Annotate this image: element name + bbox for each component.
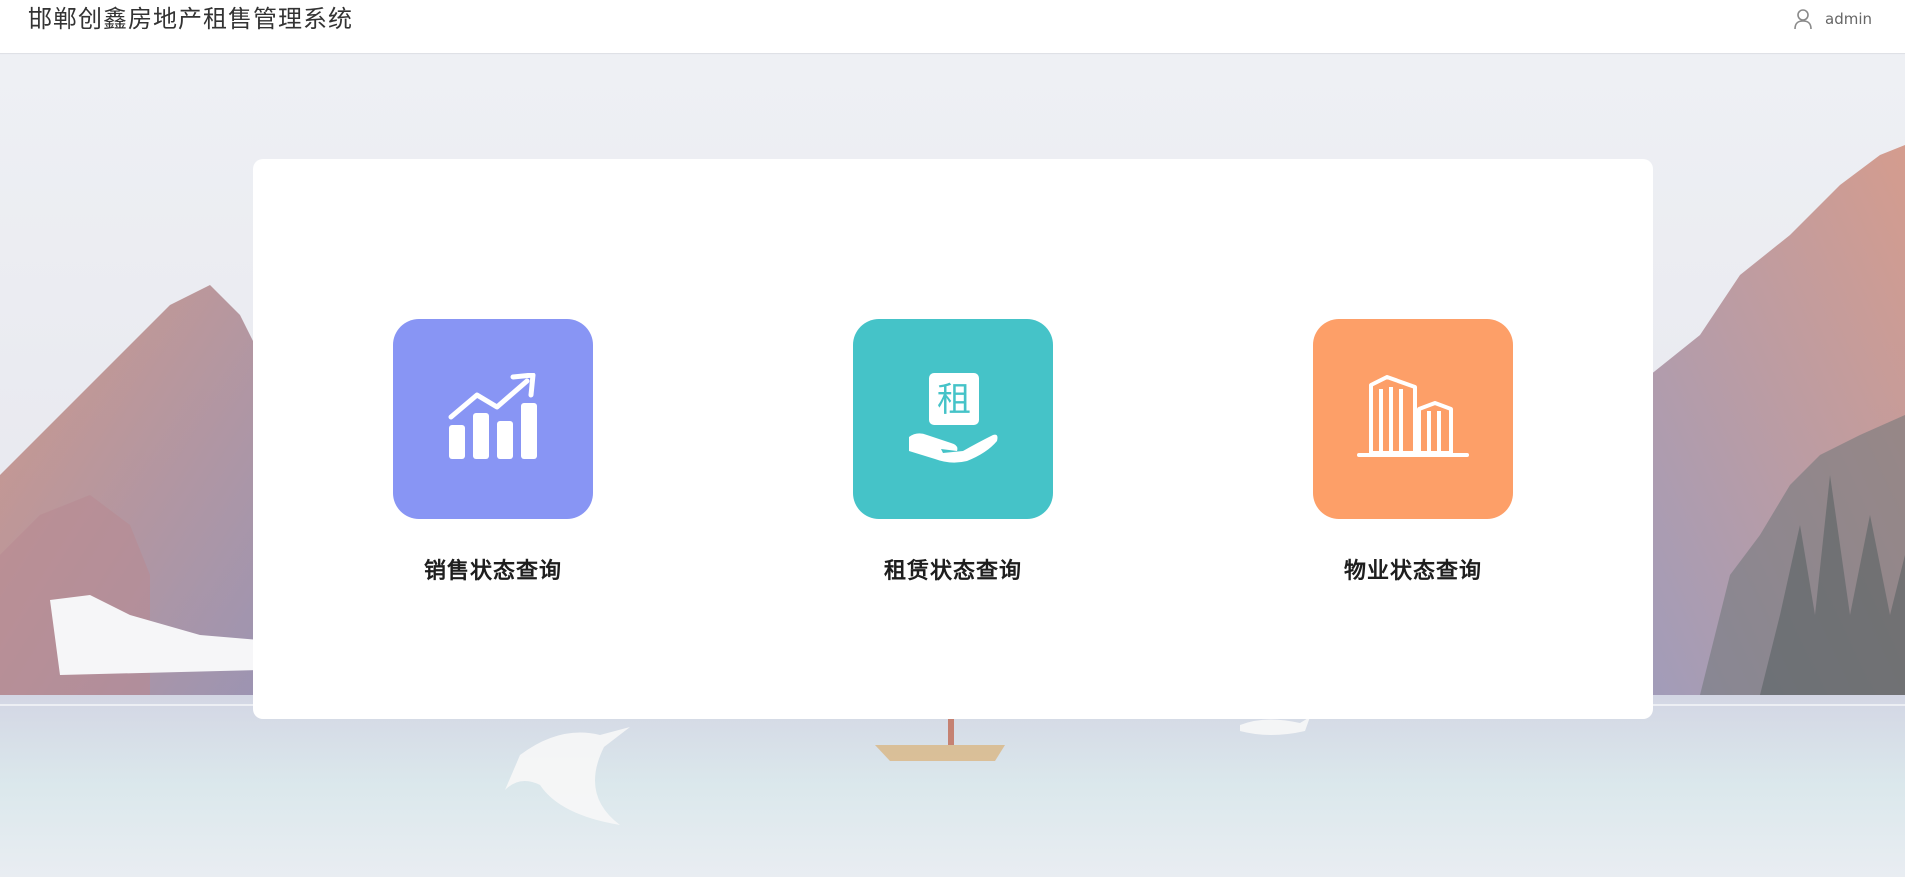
main-card: 销售状态查询 租 租赁状态查询 物业状态查询 (253, 159, 1653, 719)
user-icon (1793, 8, 1813, 30)
sales-icon-box (393, 319, 593, 519)
sales-chart-icon (447, 372, 539, 465)
rent-status-label: 租赁状态查询 (883, 559, 1022, 584)
rent-status-tile[interactable]: 租 租赁状态查询 (853, 319, 1053, 585)
username: admin (1825, 10, 1872, 28)
user-menu[interactable]: admin (1793, 4, 1872, 34)
property-icon-box (1313, 319, 1513, 519)
rent-icon-box: 租 (853, 319, 1053, 519)
building-icon (1357, 375, 1469, 463)
sales-status-label: 销售状态查询 (423, 559, 562, 584)
rent-hand-icon: 租 (907, 371, 999, 467)
app-title: 邯郸创鑫房地产租售管理系统 (28, 5, 353, 33)
property-status-tile[interactable]: 物业状态查询 (1313, 319, 1513, 585)
top-bar: 邯郸创鑫房地产租售管理系统 admin (0, 0, 1905, 54)
sales-status-tile[interactable]: 销售状态查询 (393, 319, 593, 585)
property-status-label: 物业状态查询 (1343, 559, 1482, 584)
rent-glyph: 租 (937, 380, 971, 420)
